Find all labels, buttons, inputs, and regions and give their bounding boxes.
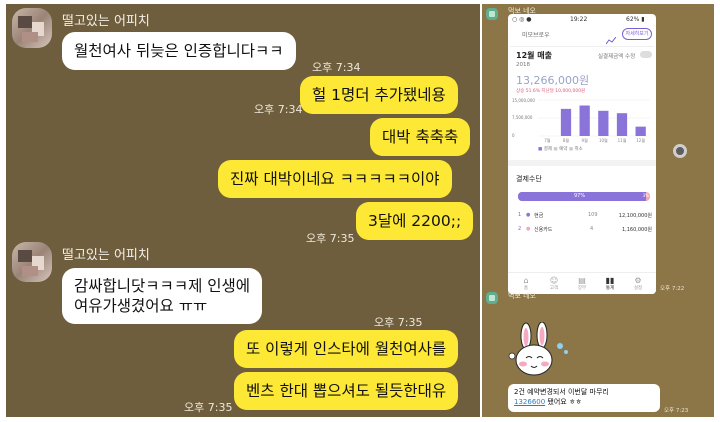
sender-name: 먹보 네오 bbox=[508, 292, 536, 300]
nav-home[interactable]: ⌂ 홈 bbox=[516, 276, 536, 291]
method-row[interactable]: 1 ● 현금 109 12,100,000원 bbox=[516, 212, 652, 222]
bar-8 bbox=[560, 108, 572, 136]
message-bubble[interactable]: 진짜 대박이네요 ㅋㅋㅋㅋㅋ이야 bbox=[218, 160, 452, 198]
x-tick-label: 12월 bbox=[636, 137, 645, 143]
payment-progress: 97% 3% bbox=[518, 192, 650, 201]
x-tick-label: 11월 bbox=[618, 137, 627, 143]
message-bubble[interactable]: 월천여사 뒤늦은 인증합니다ㅋㅋ bbox=[62, 32, 296, 70]
message-bubble[interactable]: 감싸합니닷ㅋㅋㅋ제 인생에 여유가생겼어요 ㅠㅠ bbox=[62, 268, 263, 324]
message-bubble[interactable]: 헐 1명더 추가됐네용 bbox=[300, 76, 458, 114]
message-time: 오후 7:23 bbox=[664, 408, 689, 414]
message-bubble[interactable]: 2건 예약변경되서 이번달 마무리 1326600 됐어요 ㅎㅎ bbox=[508, 384, 660, 412]
message-bubble[interactable]: 대박 축축축 bbox=[370, 118, 471, 156]
message-line: 감싸합니닷ㅋㅋㅋ제 인생에 bbox=[74, 277, 251, 295]
avatar[interactable] bbox=[12, 242, 52, 282]
payment-title: 결제수단 bbox=[516, 175, 542, 183]
legend-item: ■ 결제 ■ 예약 ■ 취소 bbox=[538, 147, 583, 152]
screenshot-image[interactable]: ○ ◎ ● 19:22 62% ▮ 미모브로우 자세히보기 12월 매출 201… bbox=[508, 14, 656, 294]
message-time: 오후 7:34 bbox=[254, 103, 303, 116]
bar-chart: 7월 8월 9월 10월 11월 12월 bbox=[538, 99, 650, 143]
x-tick-label: 8월 bbox=[563, 137, 570, 143]
message-line: 여유가생겼어요 ㅠㅠ bbox=[74, 297, 208, 315]
phone-number-link[interactable]: 1326600 bbox=[514, 398, 545, 406]
chat-panel: 떨고있는 어피치 월천여사 뒤늦은 인증합니다ㅋㅋ 헐 1명더 추가됐네용 오후… bbox=[6, 4, 480, 417]
message-bubble[interactable]: 또 이렇게 인스타에 월천여사를 bbox=[234, 330, 459, 368]
avatar[interactable] bbox=[12, 8, 52, 48]
message-time: 오후 7:22 bbox=[660, 286, 685, 292]
progress-right-label: 3% bbox=[642, 193, 649, 198]
nav-ledger[interactable]: ▤ 장부 bbox=[572, 276, 592, 291]
message-time: 오후 7:35 bbox=[306, 232, 355, 245]
bar-12 bbox=[635, 126, 646, 136]
x-tick-label: 7월 bbox=[544, 137, 551, 143]
message-time: 오후 7:35 bbox=[374, 316, 423, 329]
bar-9 bbox=[579, 105, 590, 136]
message-line: 1326600 됐어요 ㅎㅎ bbox=[514, 398, 582, 406]
nav-customer[interactable]: ☺ 고객 bbox=[544, 276, 564, 291]
avatar[interactable] bbox=[486, 292, 498, 304]
message-time: 오후 7:35 bbox=[184, 401, 233, 414]
sender-name: 떨고있는 어피치 bbox=[62, 248, 150, 263]
message-bubble[interactable]: 3달에 2200;; bbox=[356, 202, 474, 240]
chat-panel-right: 먹보 네오 ○ ◎ ● 19:22 62% ▮ 미모브로우 자세히보기 12월 … bbox=[482, 4, 714, 417]
progress-left-label: 97% bbox=[574, 193, 586, 199]
x-tick-label: 10월 bbox=[599, 137, 608, 143]
x-tick-label: 9월 bbox=[582, 137, 589, 143]
sender-name: 떨고있는 어피치 bbox=[62, 14, 150, 29]
bar-10 bbox=[598, 110, 609, 136]
nav-settings[interactable]: ⚙ 설정 bbox=[628, 276, 648, 291]
rabbit-sticker[interactable] bbox=[504, 321, 574, 380]
bar-11 bbox=[616, 113, 628, 136]
nav-stats[interactable]: ▮▮ 통계 bbox=[600, 276, 620, 291]
message-line: 2건 예약변경되서 이번달 마무리 bbox=[514, 388, 609, 396]
message-bubble[interactable]: 벤츠 한대 뽑으셔도 될듯한대유 bbox=[234, 372, 459, 410]
method-row[interactable]: 2 ● 신용카드 4 1,160,000원 bbox=[516, 226, 652, 236]
avatar[interactable] bbox=[486, 8, 498, 20]
message-time: 오후 7:34 bbox=[312, 61, 361, 74]
scroll-button[interactable] bbox=[673, 144, 687, 158]
